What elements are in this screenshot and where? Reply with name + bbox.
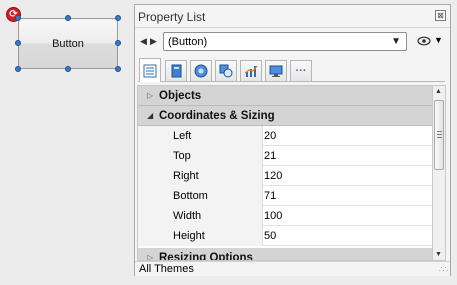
category-coordinates-sizing[interactable]: ◢ Coordinates & Sizing (138, 106, 432, 126)
object-dropdown-value: (Button) (168, 36, 208, 48)
selected-button-widget[interactable]: Button ⟳ (6, 7, 121, 72)
resize-handle-bottom-right[interactable] (115, 66, 121, 72)
property-name: Left (138, 126, 263, 146)
property-name: Top (138, 146, 263, 166)
property-tabs: ··· (138, 58, 445, 82)
tab-book[interactable] (165, 60, 187, 81)
vertical-scrollbar[interactable]: ▲ ▼ (433, 85, 446, 261)
property-value[interactable]: 50 (264, 230, 276, 242)
scroll-down-icon[interactable]: ▼ (435, 251, 442, 258)
panel-title-bar: Property List ⊠ (135, 5, 450, 28)
tab-more[interactable]: ··· (290, 60, 312, 81)
property-name: Height (138, 226, 263, 246)
resize-handle-right[interactable] (115, 40, 121, 46)
property-value[interactable]: 100 (264, 210, 282, 222)
tab-globe[interactable] (190, 60, 212, 81)
property-value[interactable]: 71 (264, 190, 276, 202)
expand-triangle-icon[interactable]: ▷ (147, 253, 153, 260)
grip-line (437, 131, 442, 132)
object-dropdown[interactable]: (Button) ▼ (163, 32, 407, 51)
property-row-left[interactable]: Left 20 (138, 126, 432, 146)
property-name: Right (138, 166, 263, 186)
category-objects[interactable]: ▷ Objects (138, 86, 432, 106)
property-value[interactable]: 21 (264, 150, 276, 162)
resize-handle-top-left[interactable] (15, 15, 21, 21)
status-bar: All Themes ∴∴ (135, 261, 450, 276)
property-value[interactable]: 20 (264, 130, 276, 142)
scrollbar-thumb[interactable] (434, 100, 444, 170)
book-icon (171, 64, 182, 78)
category-label: Resizing Options (159, 252, 253, 261)
globe-icon (194, 64, 208, 78)
design-button-label: Button (52, 37, 84, 50)
shapes-icon (219, 64, 233, 78)
expand-triangle-icon[interactable]: ▷ (147, 91, 153, 100)
design-button[interactable]: Button (18, 18, 118, 69)
property-list-panel: Property List ⊠ ◀ ▶ (Button) ▼ ▼ ··· ▷ O… (134, 4, 451, 276)
forward-arrow-icon[interactable]: ▶ (150, 36, 157, 47)
category-resizing-options[interactable]: ▷ Resizing Options (138, 248, 432, 261)
tab-shapes[interactable] (215, 60, 237, 81)
property-row-top[interactable]: Top 21 (138, 146, 432, 166)
resize-handle-bottom[interactable] (65, 66, 71, 72)
property-grid: ▷ Objects ◢ Coordinates & Sizing Left 20… (137, 85, 433, 261)
chevron-down-icon: ▼ (391, 36, 401, 47)
themes-filter-label[interactable]: All Themes (139, 263, 194, 275)
tab-properties-list[interactable] (139, 58, 161, 82)
category-label: Coordinates & Sizing (159, 110, 275, 122)
category-label: Objects (159, 90, 202, 102)
grip-line (437, 134, 442, 135)
chart-icon (244, 65, 258, 77)
workspace: Button ⟳ Property List ⊠ ◀ ▶ (Button) ▼ (0, 0, 457, 285)
property-row-right[interactable]: Right 120 (138, 166, 432, 186)
resize-handle-left[interactable] (15, 40, 21, 46)
resize-handle-bottom-left[interactable] (15, 66, 21, 72)
resize-grip-icon[interactable]: ∴∴ (439, 265, 448, 274)
panel-title: Property List (138, 10, 206, 24)
visibility-menu-caret-icon[interactable]: ▼ (434, 35, 443, 45)
collapse-triangle-icon[interactable]: ◢ (147, 111, 153, 120)
scroll-up-icon[interactable]: ▲ (435, 88, 442, 95)
grip-line (437, 137, 442, 138)
resize-handle-top-right[interactable] (115, 15, 121, 21)
more-label: ··· (295, 65, 307, 77)
property-name: Bottom (138, 186, 263, 206)
tab-monitor[interactable] (265, 60, 287, 81)
monitor-icon (269, 65, 283, 77)
property-row-height[interactable]: Height 50 (138, 226, 432, 246)
back-arrow-icon[interactable]: ◀ (140, 36, 147, 47)
close-glyph: ⊠ (437, 10, 444, 20)
object-selector-row: ◀ ▶ (Button) ▼ ▼ (135, 29, 450, 55)
close-icon[interactable]: ⊠ (435, 10, 446, 21)
property-row-width[interactable]: Width 100 (138, 206, 432, 226)
property-name: Width (138, 206, 263, 226)
properties-list-icon (143, 64, 157, 77)
resize-handle-top[interactable] (65, 15, 71, 21)
property-value[interactable]: 120 (264, 170, 282, 182)
eye-icon[interactable] (417, 36, 431, 46)
property-row-bottom[interactable]: Bottom 71 (138, 186, 432, 206)
tab-chart[interactable] (240, 60, 262, 81)
